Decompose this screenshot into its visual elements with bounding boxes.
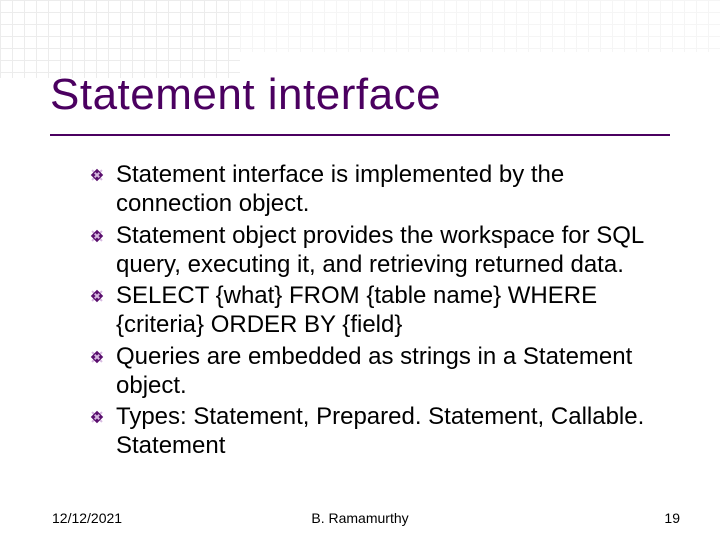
- bullet-item: Statement object provides the workspace …: [90, 221, 680, 280]
- bullet-item: Statement interface is implemented by th…: [90, 160, 680, 219]
- footer-author: B. Ramamurthy: [0, 510, 720, 526]
- title-underline: [50, 134, 670, 136]
- slide-body: Statement interface is implemented by th…: [90, 160, 680, 463]
- footer-page-number: 19: [664, 510, 680, 526]
- bullet-text: SELECT {what} FROM {table name} WHERE {c…: [116, 282, 597, 338]
- bullet-text: Statement object provides the workspace …: [116, 222, 643, 278]
- bullet-text: Types: Statement, Prepared. Statement, C…: [116, 403, 644, 459]
- slide: Statement interface Statement interface …: [0, 0, 720, 540]
- decorative-grid-top: [240, 0, 720, 52]
- diamond-bullet-icon: [90, 168, 104, 182]
- diamond-bullet-icon: [90, 229, 104, 243]
- bullet-item: SELECT {what} FROM {table name} WHERE {c…: [90, 281, 680, 340]
- decorative-grid-left: [0, 0, 240, 78]
- bullet-text: Statement interface is implemented by th…: [116, 161, 564, 217]
- bullet-text: Queries are embedded as strings in a Sta…: [116, 343, 632, 399]
- bullet-item: Queries are embedded as strings in a Sta…: [90, 342, 680, 401]
- diamond-bullet-icon: [90, 410, 104, 424]
- diamond-bullet-icon: [90, 350, 104, 364]
- diamond-bullet-icon: [90, 289, 104, 303]
- bullet-item: Types: Statement, Prepared. Statement, C…: [90, 402, 680, 461]
- slide-title: Statement interface: [50, 70, 441, 120]
